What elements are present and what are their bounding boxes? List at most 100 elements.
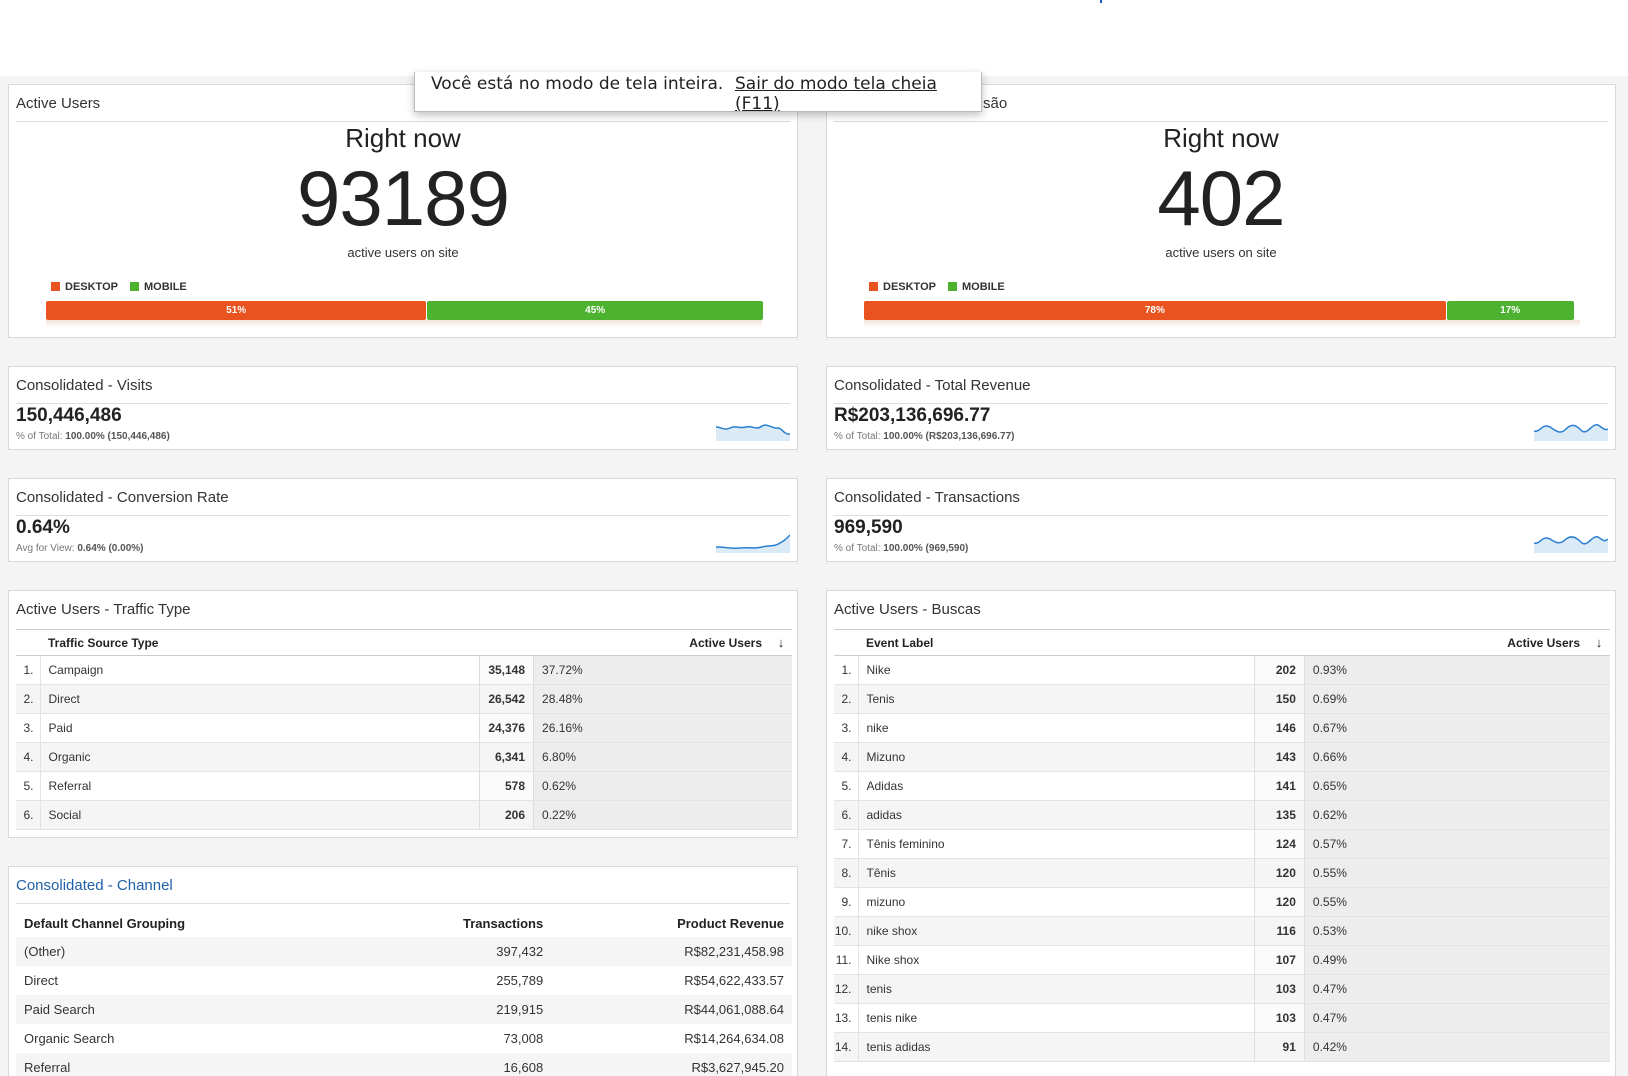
buscas-table: Event Label Active Users ↓ 1. Nike 202 0.93… [834,629,1610,1062]
widget-title: Active Users - Traffic Type [16,601,191,618]
table-row[interactable]: 9. mizuno 120 0.55% [834,887,1610,917]
row-index: 6. [834,800,859,830]
channel-revenue: R$14,264,634.08 [684,1031,784,1046]
table-row[interactable]: 11. Nike shox 107 0.49% [834,945,1610,975]
table-row[interactable]: 1. Nike 202 0.93% [834,655,1610,685]
row-index: 3. [16,713,41,743]
table-row[interactable]: 2. Direct 26,542 28.48% [16,684,792,714]
device-split-bar: 78% 17% [864,301,1574,320]
table-row[interactable]: 5. Adidas 141 0.65% [834,771,1610,801]
row-value: 103 [1253,974,1305,1004]
row-label[interactable]: Tenis [858,684,1255,714]
channel-name[interactable]: (Other) [16,937,363,966]
row-label[interactable]: Organic [40,742,480,772]
row-label[interactable]: Paid [40,713,480,743]
table-row[interactable]: 3. nike 146 0.67% [834,713,1610,743]
row-percent: 0.62% [533,771,792,801]
row-index: 12. [834,974,859,1004]
table-row[interactable]: Paid Search 219,915 R$44,061,088.64 [16,995,792,1024]
row-label[interactable]: Mizuno [858,742,1255,772]
row-value: 143 [1253,742,1305,772]
bar-reflection [864,320,1580,328]
arrow-down-icon[interactable]: ↓ [770,629,792,656]
row-label[interactable]: nike shox [858,916,1255,946]
row-value: 91 [1253,1032,1305,1062]
table-row[interactable]: Organic Search 73,008 R$14,264,634.08 [16,1024,792,1053]
row-label[interactable]: Nike [858,655,1255,685]
row-value: 578 [479,771,534,801]
row-value: 146 [1253,713,1305,743]
row-value: 103 [1253,1003,1305,1033]
table-row[interactable]: 8. Tênis 120 0.55% [834,858,1610,888]
table-row[interactable]: 2. Tenis 150 0.69% [834,684,1610,714]
device-split-bar: 51% 45% [46,301,763,320]
table-row[interactable]: 14. tenis adidas 91 0.42% [834,1032,1610,1062]
row-percent: 0.42% [1303,1032,1610,1062]
table-row[interactable]: 6. adidas 135 0.62% [834,800,1610,830]
channel-revenue: R$3,627,945.20 [551,1053,792,1076]
row-label[interactable]: Social [40,800,480,830]
revenue-header[interactable]: Product Revenue [551,909,792,937]
row-percent: 0.55% [1303,887,1610,917]
realtime-heading: Right now [345,123,461,153]
table-row[interactable]: 10. nike shox 116 0.53% [834,916,1610,946]
row-value: 206 [479,800,534,830]
transactions-header[interactable]: Transactions [363,909,551,937]
channel-header[interactable]: Default Channel Grouping [16,909,363,937]
row-index: 1. [16,655,41,685]
table-row[interactable]: 13. tenis nike 103 0.47% [834,1003,1610,1033]
row-label[interactable]: Adidas [858,771,1255,801]
row-label[interactable]: Campaign [40,655,480,685]
metric-header[interactable]: Active Users [1254,629,1588,656]
row-label[interactable]: Tênis [858,858,1255,888]
table-row[interactable]: Referral 16,608 R$3,627,945.20 [16,1053,792,1076]
widget-title-link[interactable]: Consolidated - Channel [16,877,173,894]
row-percent: 0.93% [1303,655,1610,685]
channel-transactions: 397,432 [362,937,552,966]
legend-mobile: MOBILE [947,281,1005,293]
channel-name[interactable]: Paid Search [16,995,363,1024]
table-row[interactable]: 4. Mizuno 143 0.66% [834,742,1610,772]
table-row[interactable]: 12. tenis 103 0.47% [834,974,1610,1004]
row-index: 5. [834,771,859,801]
channel-transactions: 255,789 [496,973,544,988]
row-label[interactable]: mizuno [858,887,1255,917]
row-value: 35,148 [479,655,534,685]
dimension-header[interactable]: Traffic Source Type [40,629,480,656]
row-label[interactable]: tenis [858,974,1255,1004]
metric-header[interactable]: Active Users [479,629,770,656]
table-row[interactable]: Direct 255,789 R$54,622,433.57 [16,966,792,995]
sparkline [716,534,790,553]
row-label[interactable]: adidas [858,800,1255,830]
divider [834,403,1608,404]
table-row[interactable]: 6. Social 206 0.22% [16,800,792,830]
row-label[interactable]: tenis adidas [858,1032,1255,1062]
exit-fullscreen-link[interactable]: Sair do modo tela cheia (F11) [735,74,981,114]
row-label[interactable]: tenis nike [858,1003,1255,1033]
row-percent: 0.57% [1303,829,1610,859]
row-label[interactable]: Tênis feminino [858,829,1255,859]
channel-name[interactable]: Referral [16,1053,363,1076]
arrow-down-icon[interactable]: ↓ [1588,629,1610,656]
dimension-header[interactable]: Event Label [858,629,1255,656]
table-row[interactable]: (Other) 397,432 R$82,231,458.98 [16,937,792,966]
buscas-widget: Active Users - Buscas Event Label Active… [826,590,1616,1076]
channel-name[interactable]: Organic Search [16,1024,363,1053]
table-row[interactable]: 7. Tênis feminino 124 0.57% [834,829,1610,859]
active-users-count: 402 [1157,154,1285,242]
active-users-count: 93189 [297,154,510,242]
desktop-segment: 51% [46,301,427,320]
channel-name[interactable]: Direct [16,966,363,995]
row-label[interactable]: Referral [40,771,480,801]
row-label[interactable]: Nike shox [858,945,1255,975]
table-row[interactable]: 4. Organic 6,341 6.80% [16,742,792,772]
table-row[interactable]: 3. Paid 24,376 26.16% [16,713,792,743]
row-value: 141 [1253,771,1305,801]
row-label[interactable]: nike [858,713,1255,743]
table-row[interactable]: 1. Campaign 35,148 37.72% [16,655,792,685]
desktop-swatch-icon [869,282,878,291]
row-index: 14. [834,1032,859,1062]
row-label[interactable]: Direct [40,684,480,714]
row-percent: 0.53% [1303,916,1610,946]
table-row[interactable]: 5. Referral 578 0.62% [16,771,792,801]
